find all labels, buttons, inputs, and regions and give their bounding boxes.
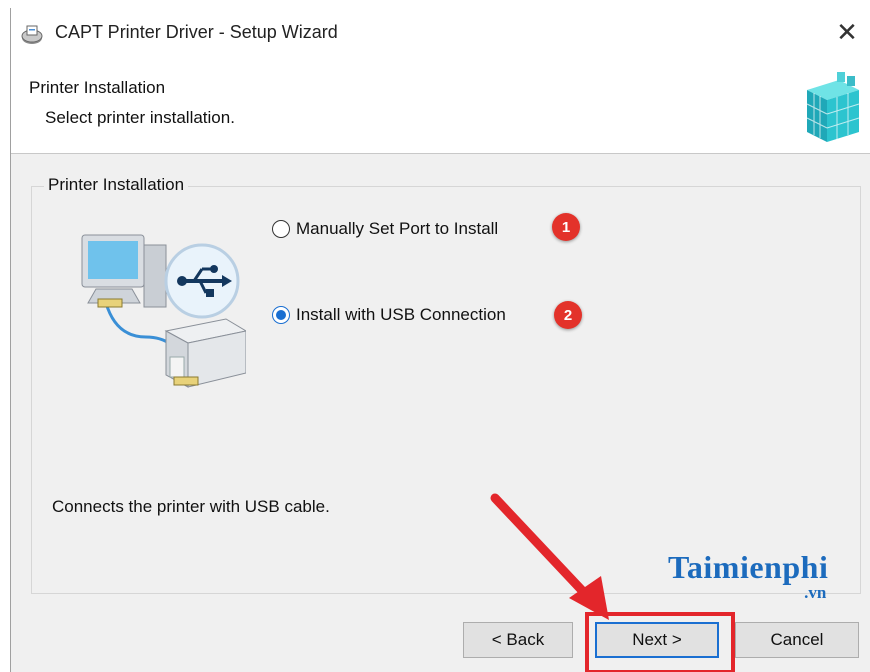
setup-wizard-window: CAPT Printer Driver - Setup Wizard ✕ Pri… (10, 8, 870, 672)
group-label: Printer Installation (44, 175, 189, 195)
radio-usb-connection[interactable]: Install with USB Connection (272, 305, 506, 325)
radio-manual-port[interactable]: Manually Set Port to Install (272, 219, 498, 239)
usb-icon (164, 243, 240, 319)
title-bar: CAPT Printer Driver - Setup Wizard ✕ (11, 8, 870, 60)
annotation-arrow (490, 493, 609, 620)
usb-printer-illustration (81, 234, 246, 388)
window-title: CAPT Printer Driver - Setup Wizard (55, 22, 338, 42)
header-title: Printer Installation (29, 78, 166, 97)
close-button[interactable]: ✕ (823, 8, 870, 56)
watermark-sub: .vn (804, 583, 827, 602)
radio-checked[interactable] (272, 306, 290, 324)
watermark: Taimienphi .vn (668, 549, 829, 602)
radio-usb-label: Install with USB Connection (296, 305, 506, 324)
printer-driver-icon (21, 25, 43, 44)
option-description: Connects the printer with USB cable. (52, 497, 330, 516)
radio-manual-port-label: Manually Set Port to Install (296, 219, 499, 238)
computer-icon (81, 234, 167, 308)
annotation-badge-1: 1 (552, 213, 580, 241)
header-subtitle: Select printer installation. (45, 108, 235, 127)
cancel-button[interactable]: Cancel (735, 622, 859, 658)
watermark-main: Taimienphi (668, 549, 829, 585)
cube-icon (806, 72, 860, 142)
close-icon: ✕ (836, 16, 858, 47)
printer-installation-group: Printer Installation Manually Set Port t… (31, 175, 861, 602)
radio-unchecked[interactable] (272, 220, 290, 238)
annotation-badge-2: 2 (554, 301, 582, 329)
wizard-header: Printer Installation Select printer inst… (11, 60, 870, 154)
